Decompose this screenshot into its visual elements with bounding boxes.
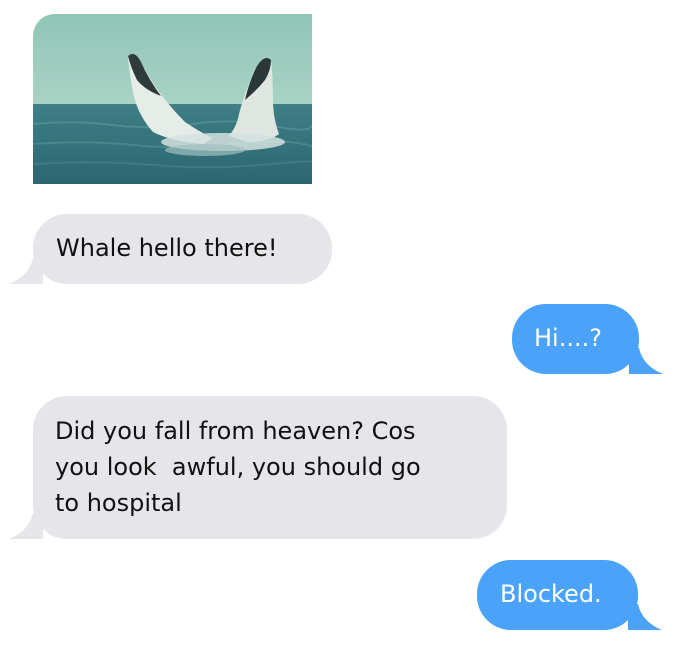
sent-message-bubble[interactable]: Hi....? <box>512 304 663 374</box>
message-text-line: Did you fall from heaven? Cos <box>55 417 416 445</box>
bubble-tail-icon <box>628 604 662 630</box>
sent-message-bubble[interactable]: Blocked. <box>477 560 662 630</box>
message-text-line: to hospital <box>55 489 182 517</box>
received-message-bubble[interactable]: Did you fall from heaven? Cos you look a… <box>9 396 507 539</box>
received-message-bubble[interactable]: Whale hello there! <box>9 214 332 284</box>
message-text: Hi....? <box>534 324 602 352</box>
message-text: Blocked. <box>500 580 602 608</box>
whale-breaching-image <box>33 14 312 184</box>
bubble-tail-icon <box>9 258 43 284</box>
bubble-tail-icon <box>9 513 43 539</box>
message-text: Whale hello there! <box>56 234 278 262</box>
message-text-line: you look awful, you should go <box>55 453 421 481</box>
whale-photo-message[interactable] <box>33 14 312 184</box>
bubble-tail-icon <box>629 348 663 374</box>
